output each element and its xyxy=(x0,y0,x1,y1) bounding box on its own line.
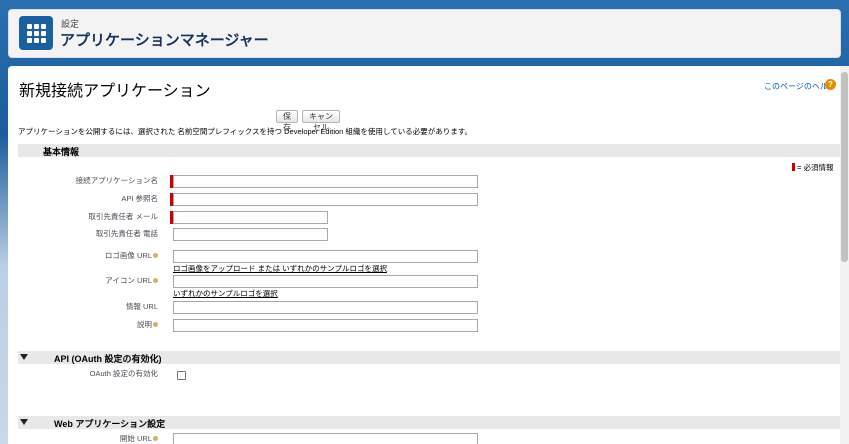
app-header: 設定 アプリケーションマネージャー xyxy=(8,9,841,58)
info-icon[interactable] xyxy=(153,253,158,258)
section-api-oauth[interactable]: API (OAuth 設定の有効化) xyxy=(18,351,840,364)
app-launcher-icon[interactable] xyxy=(19,16,53,50)
section-title: API (OAuth 設定の有効化) xyxy=(54,354,162,364)
logo-links-separator: または xyxy=(255,264,283,273)
help-question-icon[interactable]: ? xyxy=(825,79,836,90)
oauth-enable-checkbox[interactable] xyxy=(177,371,186,380)
start-url-label-text: 開始 URL xyxy=(119,434,152,443)
api-name-input[interactable] xyxy=(173,193,478,206)
section-web-app-settings[interactable]: Web アプリケーション設定 xyxy=(18,416,840,429)
header-title: アプリケーションマネージャー xyxy=(60,32,269,49)
required-legend: = 必須情報 xyxy=(792,162,833,173)
section-title: Web アプリケーション設定 xyxy=(54,419,166,429)
info-icon[interactable] xyxy=(153,322,158,327)
required-marker-icon xyxy=(792,163,795,171)
info-icon[interactable] xyxy=(153,436,158,441)
choose-sample-logo-link[interactable]: いずれかのサンプルロゴを選択 xyxy=(282,264,387,273)
icon-url-label: アイコン URL xyxy=(105,275,158,286)
description-input[interactable] xyxy=(173,319,478,332)
scrollbar-thumb[interactable] xyxy=(841,72,848,262)
info-url-input[interactable] xyxy=(173,301,478,314)
description-label: 説明 xyxy=(137,319,158,330)
section-basic-info: 基本情報 xyxy=(18,144,840,157)
publish-notice: アプリケーションを公開するには、選択された 名前空間プレフィックスを持つ Dev… xyxy=(18,127,472,136)
app-name-label: 接続アプリケーション名 xyxy=(75,176,158,185)
icon-url-input[interactable] xyxy=(173,275,478,288)
description-label-text: 説明 xyxy=(137,320,152,329)
info-url-label: 情報 URL xyxy=(125,302,158,311)
upload-logo-link[interactable]: ロゴ画像をアップロード xyxy=(173,264,256,273)
start-url-input[interactable] xyxy=(173,433,478,444)
logo-url-input[interactable] xyxy=(173,250,478,263)
logo-url-label-text: ロゴ画像 URL xyxy=(104,251,152,260)
contact-email-input[interactable] xyxy=(173,211,328,224)
api-name-label: API 参照名 xyxy=(121,194,158,203)
main-panel: 新規接続アプリケーション このページのヘルプ ? 保存 キャンセル アプリケーシ… xyxy=(8,66,849,444)
contact-phone-label: 取引先責任者 電話 xyxy=(95,229,158,238)
oauth-enable-label: OAuth 設定の有効化 xyxy=(89,369,158,378)
choose-sample-icon-link[interactable]: いずれかのサンプルロゴを選択 xyxy=(173,288,278,299)
vertical-scrollbar[interactable] xyxy=(840,66,849,444)
logo-url-label: ロゴ画像 URL xyxy=(105,250,158,261)
logo-links: ロゴ画像をアップロード または いずれかのサンプルロゴを選択 xyxy=(173,263,387,274)
info-icon[interactable] xyxy=(153,278,158,283)
section-title: 基本情報 xyxy=(43,147,80,157)
start-url-label: 開始 URL xyxy=(120,433,158,444)
collapse-triangle-icon[interactable] xyxy=(20,419,28,425)
cancel-button[interactable]: キャンセル xyxy=(302,110,340,132)
required-legend-text: = 必須情報 xyxy=(797,163,834,172)
icon-url-label-text: アイコン URL xyxy=(105,276,152,285)
page-title: 新規接続アプリケーション xyxy=(19,83,211,100)
contact-phone-input[interactable] xyxy=(173,228,328,241)
save-button[interactable]: 保存 xyxy=(276,110,298,132)
collapse-triangle-icon[interactable] xyxy=(20,354,28,360)
contact-email-label: 取引先責任者 メール xyxy=(88,212,158,221)
app-name-input[interactable] xyxy=(173,175,478,188)
